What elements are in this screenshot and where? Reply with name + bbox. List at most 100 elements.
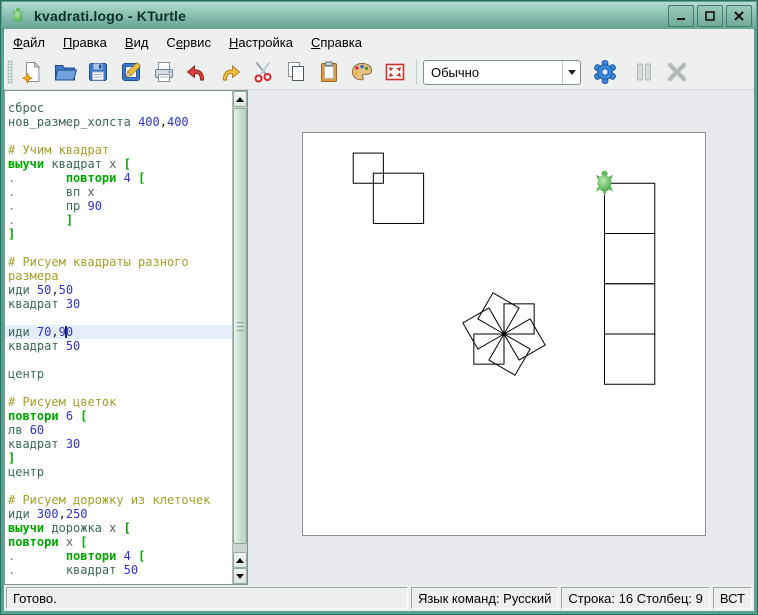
run-button[interactable] [591,58,619,86]
save-as-icon [119,60,143,84]
speed-select[interactable]: Обычно [423,60,581,85]
maximize-icon [704,10,716,22]
maximize-button[interactable] [697,5,723,27]
turtle-sprite [596,171,613,196]
code-line[interactable]: . пр 90 [5,199,232,213]
redo-button[interactable] [216,58,244,86]
toolbar: Обычно [4,55,754,90]
save-as-button[interactable] [117,58,145,86]
fullscreen-button[interactable] [381,58,409,86]
toolbar-separator [416,60,417,84]
flower-center-dot [502,332,506,336]
code-line[interactable]: сброс [5,101,232,115]
title-bar[interactable]: kvadrati.logo - KTurtle [2,2,756,30]
workspace: сброснов_размер_холста 400,400 # Учим кв… [4,90,754,585]
code-line[interactable]: лв 60 [5,423,232,437]
code-line[interactable] [5,479,232,493]
code-line[interactable]: . квадрат 50 [5,563,232,577]
scroll-down-button[interactable] [233,568,247,584]
code-line[interactable]: # Рисуем квадраты разного размера [5,255,232,283]
colors-button[interactable] [348,58,376,86]
open-folder-button[interactable] [51,58,79,86]
scroll-up-button-bottom[interactable] [233,552,247,568]
code-line[interactable] [5,241,232,255]
print-icon [152,60,176,84]
arrow-down-icon [236,574,244,583]
code-line[interactable]: квадрат 30 [5,437,232,451]
code-line[interactable] [5,129,232,143]
client-area: ФайлПравкаВидСервисНастройкаСправка [4,29,754,611]
code-line[interactable] [5,311,232,325]
code-line[interactable]: # Учим квадрат [5,143,232,157]
code-line[interactable]: . повтори 4 [ [5,171,232,185]
code-editor[interactable]: сброснов_размер_холста 400,400 # Учим кв… [4,90,248,585]
flower-petal [489,334,530,375]
code-line[interactable]: ] [5,227,232,241]
paste-icon [317,60,341,84]
code-area[interactable]: сброснов_размер_холста 400,400 # Учим кв… [5,91,232,584]
close-button[interactable] [726,5,752,27]
cut-icon [251,60,275,84]
copy-button[interactable] [282,58,310,86]
close-icon [733,10,745,22]
code-line[interactable]: центр [5,465,232,479]
code-line[interactable]: выучи квадрат x [ [5,157,232,171]
save-button[interactable] [84,58,112,86]
thumb-grip-icon [237,322,244,331]
code-line[interactable] [5,381,232,395]
stop-button[interactable] [663,58,691,86]
code-line[interactable]: . ] [5,213,232,227]
code-line[interactable]: иди 300,250 [5,507,232,521]
code-line[interactable]: квадрат 30 [5,297,232,311]
cut-button[interactable] [249,58,277,86]
flower-petal [504,319,545,360]
code-line[interactable]: ] [5,451,232,465]
menu-item-3[interactable]: Сервис [157,32,220,53]
menu-item-2[interactable]: Вид [116,32,158,53]
print-button[interactable] [150,58,178,86]
scrollbar-thumb[interactable] [233,108,247,544]
undo-button[interactable] [183,58,211,86]
code-line[interactable]: иди 70,90 [5,325,232,339]
paste-button[interactable] [315,58,343,86]
status-cursor-position: Строка: 16 Столбец: 9 [561,587,709,609]
canvas-panel [254,90,754,585]
editor-scrollbar[interactable] [232,91,247,584]
menu-item-5[interactable]: Справка [302,32,371,53]
save-icon [86,60,110,84]
square-shape [373,173,423,223]
menu-item-1[interactable]: Правка [54,32,116,53]
open-folder-icon [53,60,77,84]
code-line[interactable]: центр [5,367,232,381]
menu-bar: ФайлПравкаВидСервисНастройкаСправка [4,29,754,56]
code-line[interactable]: . повтори 4 [ [5,549,232,563]
pause-icon [632,60,656,84]
toolbar-handle[interactable] [7,60,13,84]
stop-icon [665,60,689,84]
code-line[interactable]: нов_размер_холста 400,400 [5,115,232,129]
kturtle-app-icon [10,7,26,25]
new-document-button[interactable] [18,58,46,86]
pause-button[interactable] [630,58,658,86]
square-shape [605,334,655,384]
code-line[interactable]: # Рисуем дорожку из клеточек [5,493,232,507]
window-controls [668,5,756,27]
code-line[interactable] [5,353,232,367]
palette-icon [350,60,374,84]
run-gear-icon [592,59,618,85]
fullscreen-icon [383,60,407,84]
status-message: Готово. [6,587,408,609]
code-line[interactable]: . вп x [5,185,232,199]
scroll-up-button[interactable] [233,91,247,107]
copy-icon [284,60,308,84]
minimize-button[interactable] [668,5,694,27]
code-line[interactable]: повтори x [ [5,535,232,549]
new-document-icon [20,60,44,84]
code-line[interactable]: # Рисуем цветок [5,395,232,409]
code-line[interactable]: выучи дорожка x [ [5,521,232,535]
code-line[interactable]: иди 50,50 [5,283,232,297]
menu-item-4[interactable]: Настройка [220,32,302,53]
code-line[interactable]: квадрат 50 [5,339,232,353]
code-line[interactable]: повтори 6 [ [5,409,232,423]
menu-item-0[interactable]: Файл [4,32,54,53]
